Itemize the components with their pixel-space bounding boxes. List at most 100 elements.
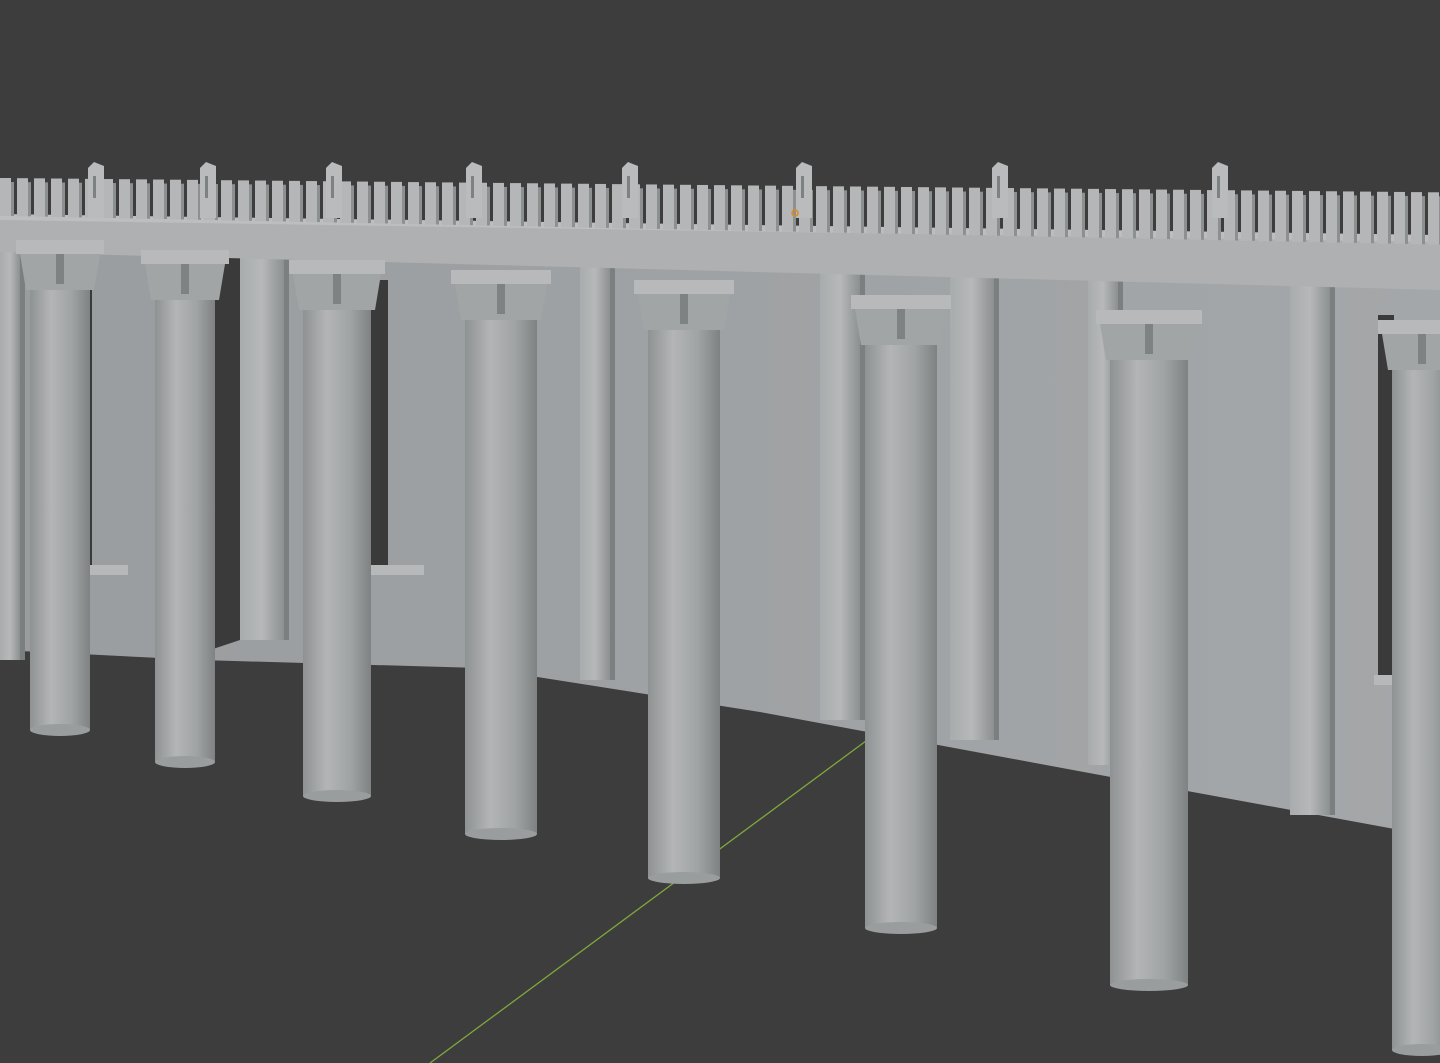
merlon (1275, 190, 1286, 242)
column[interactable] (851, 295, 951, 934)
column-shaft (648, 330, 720, 878)
merlon (816, 186, 827, 233)
merlon (1411, 192, 1422, 245)
merlon-shadow (1082, 192, 1085, 238)
3d-viewport[interactable] (0, 0, 1440, 1063)
column[interactable] (634, 280, 734, 884)
merlon (357, 181, 368, 224)
merlon-shadow (1371, 195, 1374, 244)
merlon (408, 182, 419, 225)
column-capital-abacus (1378, 320, 1440, 334)
merlon (595, 183, 606, 228)
merlon (918, 187, 929, 235)
column[interactable] (451, 270, 551, 840)
merlon (510, 183, 521, 227)
pilaster-shadow (1330, 282, 1335, 815)
merlon (51, 178, 62, 218)
merlon (731, 185, 742, 231)
column-capital-notch (1418, 334, 1426, 364)
column[interactable] (1096, 310, 1202, 991)
column-base (865, 922, 937, 934)
merlon-shadow (181, 183, 184, 220)
merlon-shadow (453, 186, 456, 225)
cornice-ornament (326, 162, 342, 218)
merlon (1394, 191, 1405, 244)
merlon (0, 178, 11, 216)
column-shaft (465, 320, 537, 834)
pilaster-shadow (994, 272, 999, 740)
merlon (1190, 189, 1201, 240)
merlon-shadow (385, 185, 388, 224)
column-base (155, 756, 215, 768)
column-capital-echinus (1382, 334, 1440, 370)
column-capital-notch (1145, 324, 1153, 354)
merlon-shadow (300, 184, 303, 222)
merlon-shadow (555, 187, 558, 227)
window-sill (366, 565, 424, 575)
merlon-shadow (1099, 192, 1102, 238)
column-shaft (155, 300, 215, 762)
merlon-shadow (11, 182, 14, 216)
pilaster-shadow (20, 250, 25, 660)
merlon-shadow (1116, 193, 1119, 239)
merlon (391, 181, 402, 224)
merlon-shadow (164, 183, 167, 220)
column-capital-notch (181, 264, 189, 294)
column-capital-notch (680, 294, 688, 324)
pilaster (0, 250, 20, 660)
merlon (1377, 191, 1388, 244)
merlon-shadow (657, 188, 660, 229)
merlon (1071, 188, 1082, 238)
window-recess (370, 280, 388, 565)
merlon (1105, 189, 1116, 239)
merlon (952, 187, 963, 236)
merlon-shadow (776, 189, 779, 232)
column-base (30, 724, 90, 736)
column-shaft (1110, 360, 1188, 985)
merlon-shadow (1422, 196, 1425, 245)
merlon (1122, 189, 1133, 239)
merlon (306, 181, 317, 223)
column-capital-abacus (1096, 310, 1202, 324)
merlon-shadow (946, 191, 949, 235)
merlon-shadow (1252, 194, 1255, 241)
column-shaft (865, 345, 937, 928)
scene-canvas[interactable] (0, 0, 1440, 1063)
merlon-shadow (1320, 195, 1323, 243)
merlon (527, 183, 538, 227)
column-shaft (1392, 370, 1440, 1050)
merlon-shadow (1354, 195, 1357, 243)
merlon-shadow (521, 187, 524, 227)
merlon (561, 183, 572, 228)
merlon-shadow (725, 189, 728, 231)
column-capital-notch (333, 274, 341, 304)
merlon-shadow (79, 182, 82, 218)
merlon-shadow (402, 185, 405, 224)
column-capital-notch (56, 254, 64, 284)
merlon (782, 185, 793, 232)
merlon-shadow (504, 186, 507, 226)
pilaster (820, 268, 860, 720)
merlon-shadow (419, 186, 422, 225)
merlon (119, 179, 130, 219)
cornice-ornament (466, 162, 482, 218)
merlon-shadow (1167, 193, 1170, 240)
merlon (170, 179, 181, 220)
merlon-shadow (1201, 193, 1204, 240)
merlon (901, 187, 912, 235)
column-shaft (30, 290, 90, 730)
merlon (833, 186, 844, 233)
merlon-shadow (1235, 194, 1238, 241)
merlon-shadow (249, 184, 252, 221)
pilaster-shadow (284, 254, 289, 640)
merlon-shadow (28, 182, 31, 217)
merlon (1173, 189, 1184, 240)
merlon (1360, 191, 1371, 244)
merlon (493, 182, 504, 226)
merlon (221, 180, 232, 221)
merlon-shadow (912, 191, 915, 235)
merlon (289, 180, 300, 222)
column[interactable] (289, 260, 385, 802)
merlon-shadow (1184, 193, 1187, 240)
merlon (442, 182, 453, 225)
